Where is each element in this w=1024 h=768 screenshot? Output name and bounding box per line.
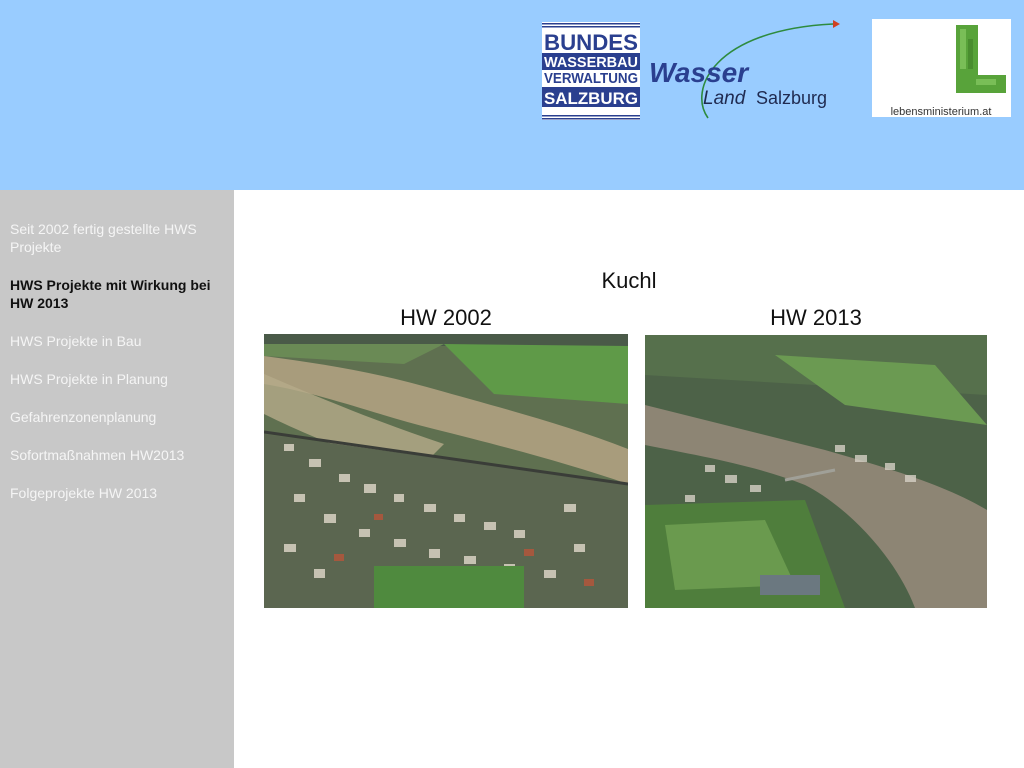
sidebar-nav: Seit 2002 fertig gestellte HWS Projekte … <box>10 220 225 522</box>
bundes-text: BUNDES <box>544 30 638 55</box>
aerial-photo-2013 <box>645 335 987 608</box>
sidebar-item-projekte-mit-wirkung[interactable]: HWS Projekte mit Wirkung bei HW 2013 <box>10 276 225 312</box>
verwaltung-text: VERWALTUNG <box>544 70 638 87</box>
wasserbau-text: WASSERBAU <box>544 54 638 71</box>
sidebar-item-sofortmassnahmen[interactable]: Sofortmaßnahmen HW2013 <box>10 446 225 464</box>
bundeswasserbau-logo: BUNDES WASSERBAU VERWALTUNG SALZBURG <box>542 22 640 120</box>
land-text: Land <box>703 88 747 109</box>
sidebar-item-gefahrenzonenplanung[interactable]: Gefahrenzonenplanung <box>10 408 225 426</box>
aerial-photo-2002 <box>264 334 628 608</box>
sidebar-item-folgeprojekte[interactable]: Folgeprojekte HW 2013 <box>10 484 225 502</box>
wasser-land-salzburg-logo: Wasser Land Salzburg <box>649 20 840 119</box>
photo-caption-2002: HW 2002 <box>400 305 492 330</box>
header-banner: BUNDES WASSERBAU VERWALTUNG SALZBURG Was… <box>0 0 1024 190</box>
sidebar-item-projekte-in-bau[interactable]: HWS Projekte in Bau <box>10 332 225 350</box>
photo-caption-2013: HW 2013 <box>770 305 862 330</box>
salzburg-wordmark: Salzburg <box>756 88 827 108</box>
page-title: Kuchl <box>601 268 657 293</box>
main-content: Kuchl HW 2002 HW 2013 <box>234 190 1024 768</box>
lebensministerium-logo: lebensministerium.at <box>872 19 1011 117</box>
sidebar-item-projekte-in-planung[interactable]: HWS Projekte in Planung <box>10 370 225 388</box>
salzburg-text: SALZBURG <box>544 89 638 108</box>
sidebar-item-fertig-gestellte-projekte[interactable]: Seit 2002 fertig gestellte HWS Projekte <box>10 220 225 256</box>
sidebar: Seit 2002 fertig gestellte HWS Projekte … <box>0 190 234 768</box>
lebensministerium-text: lebensministerium.at <box>891 106 992 117</box>
wasser-text: Wasser <box>649 57 750 88</box>
